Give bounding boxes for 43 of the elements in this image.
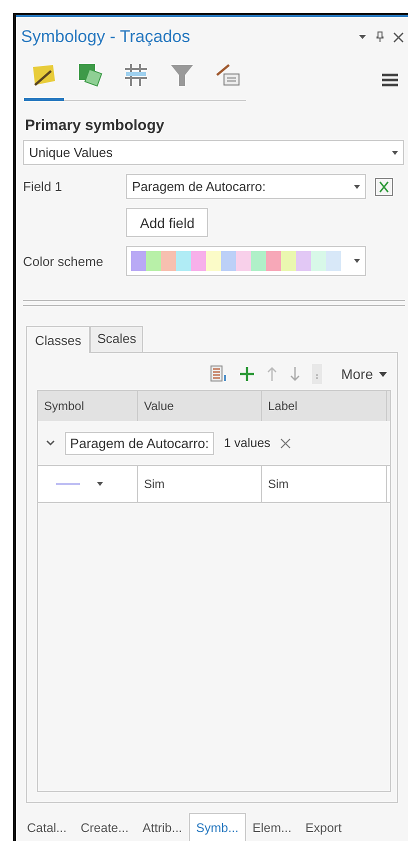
- down-arrow-icon[interactable]: [289, 366, 302, 382]
- column-header[interactable]: Symbol: [38, 391, 138, 421]
- add-icon[interactable]: [239, 366, 256, 382]
- pane-tab[interactable]: Elem...: [246, 813, 298, 841]
- renderer-dropdown[interactable]: Unique Values: [23, 140, 404, 165]
- pane-tab[interactable]: Catal...: [20, 813, 74, 841]
- menu-icon[interactable]: [382, 73, 398, 87]
- remove-field-icon[interactable]: [375, 178, 393, 196]
- line-symbol-icon[interactable]: [56, 482, 80, 486]
- close-icon[interactable]: [280, 438, 292, 448]
- group-field: Paragem de Autocarro:: [65, 432, 214, 454]
- add-field-button[interactable]: Add field: [126, 208, 208, 237]
- color-scheme-dropdown[interactable]: [126, 246, 366, 276]
- tab[interactable]: Scales: [90, 326, 144, 353]
- more-menu-button[interactable]: More: [333, 366, 387, 382]
- close-icon[interactable]: [393, 32, 404, 42]
- chevron-icon[interactable]: [46, 440, 55, 446]
- column-header[interactable]: Label: [262, 391, 387, 421]
- value-count: 1 values: [224, 436, 270, 450]
- caret-icon: [379, 372, 387, 376]
- overflow-icon[interactable]: [312, 364, 322, 384]
- caret-icon: [354, 259, 360, 263]
- caret-icon: [354, 184, 360, 188]
- pin-icon[interactable]: [375, 31, 385, 43]
- pane-tab[interactable]: Create...: [74, 813, 136, 841]
- splitter-handle[interactable]: [23, 300, 405, 306]
- table-cell: Sim: [138, 466, 262, 502]
- pane-tab[interactable]: Export: [298, 813, 349, 841]
- column-header[interactable]: Value: [138, 391, 262, 421]
- dropdown-icon[interactable]: [358, 34, 367, 40]
- section-heading: Primary symbology: [24, 116, 166, 136]
- table-cell: Sim: [262, 466, 387, 502]
- caret-icon: [392, 150, 398, 154]
- field-dropdown[interactable]: Paragem de Autocarro:: [126, 174, 366, 199]
- list-icon[interactable]: [210, 365, 228, 383]
- field-label: Field 1: [23, 179, 64, 194]
- color-scheme-label: Color scheme: [23, 254, 104, 268]
- tab[interactable]: Classes: [26, 326, 90, 353]
- pane-tab[interactable]: Attrib...: [136, 813, 190, 841]
- pane-tab[interactable]: Symb...: [189, 813, 246, 841]
- caret-icon[interactable]: [97, 482, 103, 486]
- pane-title: Symbology - Traçados: [21, 27, 190, 47]
- up-arrow-icon[interactable]: [266, 366, 278, 382]
